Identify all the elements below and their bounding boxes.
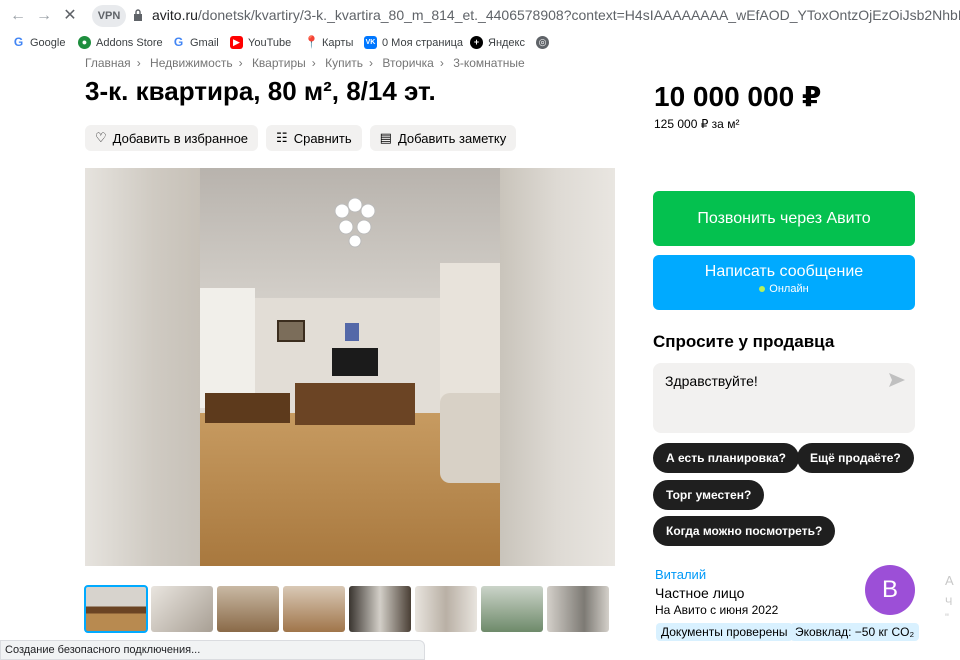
url-path: /donetsk/kvartiry/3-k._kvartira_80_m_814… bbox=[197, 7, 960, 23]
url-host: avito.ru bbox=[152, 7, 198, 23]
bookmark-yandex[interactable]: + Яндекс bbox=[470, 36, 525, 49]
thumbnail[interactable] bbox=[547, 586, 609, 632]
compare-icon: ☷ bbox=[276, 130, 288, 145]
documents-verified-badge[interactable]: Документы проверены bbox=[656, 623, 793, 641]
yandex-icon: + bbox=[470, 36, 483, 49]
thumbnail-strip bbox=[84, 585, 609, 633]
cropped-side-text: А bbox=[945, 573, 954, 588]
page-title: 3-к. квартира, 80 м², 8/14 эт. bbox=[85, 76, 436, 106]
bookmark-label: Карты bbox=[322, 36, 354, 49]
quick-question-chip[interactable]: Ещё продаёте? bbox=[797, 443, 914, 473]
breadcrumb-item[interactable]: Главная bbox=[85, 56, 131, 70]
price: 10 000 000 ₽ bbox=[654, 81, 822, 112]
google-icon: G bbox=[13, 35, 24, 49]
thumbnail[interactable] bbox=[349, 586, 411, 632]
seller-since: На Авито с июня 2022 bbox=[655, 603, 779, 617]
addons-store-icon: ● bbox=[78, 36, 91, 49]
note-icon: ▤ bbox=[379, 130, 392, 145]
chevron-right-icon: › bbox=[136, 56, 141, 70]
stop-loading-icon[interactable]: ✕ bbox=[60, 6, 80, 26]
bookmark-globe[interactable]: ◎ bbox=[536, 36, 549, 49]
seller-type: Частное лицо bbox=[655, 585, 745, 601]
main-photo-gallery[interactable] bbox=[85, 168, 615, 566]
thumbnail[interactable] bbox=[415, 586, 477, 632]
quick-question-chip[interactable]: А есть планировка? bbox=[653, 443, 799, 473]
bookmarks-bar: G Google ● Addons Store G Gmail ▶ YouTub… bbox=[0, 32, 960, 54]
bookmark-gmail[interactable]: G Gmail bbox=[172, 36, 219, 49]
add-to-favorites-button[interactable]: ♡ Добавить в избранное bbox=[85, 125, 259, 151]
breadcrumb-item[interactable]: 3-комнатные bbox=[453, 56, 524, 70]
note-label: Добавить заметку bbox=[397, 130, 507, 146]
seller-name-link[interactable]: Виталий bbox=[655, 567, 706, 582]
compare-label: Сравнить bbox=[293, 130, 352, 146]
gallery-blur-right bbox=[500, 168, 615, 566]
bookmark-maps[interactable]: 📍 Карты bbox=[304, 36, 353, 49]
vk-icon: VK bbox=[364, 36, 377, 49]
send-icon[interactable] bbox=[889, 373, 905, 387]
write-message-button[interactable]: Написать сообщение Онлайн bbox=[653, 255, 915, 310]
call-button[interactable]: Позвонить через Авито bbox=[653, 191, 915, 246]
breadcrumb-item[interactable]: Квартиры bbox=[252, 56, 306, 70]
browser-toolbar: ← → ✕ VPN avito.ru/donetsk/kvartiry/3-k.… bbox=[0, 0, 960, 32]
bookmark-addons-store[interactable]: ● Addons Store bbox=[78, 36, 163, 49]
chevron-right-icon: › bbox=[238, 56, 243, 70]
forward-arrow-icon[interactable]: → bbox=[34, 6, 54, 26]
chevron-right-icon: › bbox=[369, 56, 374, 70]
thumbnail[interactable] bbox=[217, 586, 279, 632]
listing-actions: ♡ Добавить в избранное ☷ Сравнить ▤ Доба… bbox=[85, 125, 517, 151]
cropped-side-text: Ч bbox=[945, 596, 953, 608]
bookmark-label: YouTube bbox=[248, 36, 292, 49]
favorites-label: Добавить в избранное bbox=[112, 130, 249, 146]
online-dot-icon bbox=[759, 286, 766, 292]
bookmark-label: Google bbox=[30, 36, 66, 49]
address-bar[interactable]: avito.ru/donetsk/kvartiry/3-k._kvartira_… bbox=[152, 7, 960, 23]
chevron-right-icon: › bbox=[311, 56, 316, 70]
google-icon: G bbox=[173, 35, 184, 49]
thumbnail[interactable] bbox=[481, 586, 543, 632]
lock-icon[interactable] bbox=[133, 9, 143, 21]
write-message-label: Написать сообщение bbox=[704, 263, 864, 280]
thumbnail[interactable] bbox=[283, 586, 345, 632]
bookmark-label: Яндекс bbox=[488, 36, 525, 49]
browser-status-bar: Создание безопасного подключения... bbox=[0, 640, 425, 660]
breadcrumb-item[interactable]: Недвижимость bbox=[150, 56, 233, 70]
avatar[interactable]: B bbox=[865, 565, 915, 615]
bookmark-vk[interactable]: VK 0 Моя страница bbox=[364, 36, 463, 49]
quick-question-chip[interactable]: Торг уместен? bbox=[653, 480, 765, 510]
bookmark-label: Gmail bbox=[190, 36, 219, 49]
vpn-button[interactable]: VPN bbox=[92, 5, 126, 27]
bookmark-youtube[interactable]: ▶ YouTube bbox=[230, 36, 291, 49]
map-pin-icon: 📍 bbox=[304, 35, 319, 49]
main-photo[interactable] bbox=[200, 168, 500, 566]
gallery-blur-left bbox=[85, 168, 200, 566]
quick-question-chip[interactable]: Когда можно посмотреть? bbox=[653, 516, 836, 546]
add-note-button[interactable]: ▤ Добавить заметку bbox=[369, 125, 517, 151]
bookmark-label: 0 Моя страница bbox=[382, 36, 464, 49]
cropped-side-text: " bbox=[945, 612, 949, 624]
youtube-icon: ▶ bbox=[230, 36, 243, 49]
ask-seller-input[interactable]: Здравствуйте! bbox=[653, 363, 915, 433]
thumbnail[interactable] bbox=[151, 586, 213, 632]
ask-seller-title: Спросите у продавца bbox=[653, 332, 835, 351]
chandelier-image bbox=[334, 197, 376, 248]
ask-seller-message[interactable]: Здравствуйте! bbox=[665, 373, 758, 389]
thumbnail[interactable] bbox=[84, 585, 148, 633]
back-arrow-icon[interactable]: ← bbox=[8, 6, 28, 26]
heart-icon: ♡ bbox=[95, 130, 107, 145]
price-per-square-meter: 125 000 ₽ за м² bbox=[654, 117, 740, 131]
breadcrumb-item[interactable]: Вторичка bbox=[382, 56, 433, 70]
globe-icon: ◎ bbox=[536, 36, 549, 49]
eco-contribution-badge[interactable]: Эковклад: −50 кг CO₂ bbox=[790, 623, 920, 641]
breadcrumb: Главная › Недвижимость › Квартиры › Купить ›… bbox=[85, 56, 525, 70]
chevron-right-icon: › bbox=[439, 56, 444, 70]
online-status: Онлайн bbox=[769, 283, 809, 295]
breadcrumb-item[interactable]: Купить bbox=[325, 56, 363, 70]
bookmark-google[interactable]: G Google bbox=[12, 35, 66, 49]
bookmark-label: Addons Store bbox=[96, 36, 163, 49]
compare-button[interactable]: ☷ Сравнить bbox=[266, 125, 362, 151]
